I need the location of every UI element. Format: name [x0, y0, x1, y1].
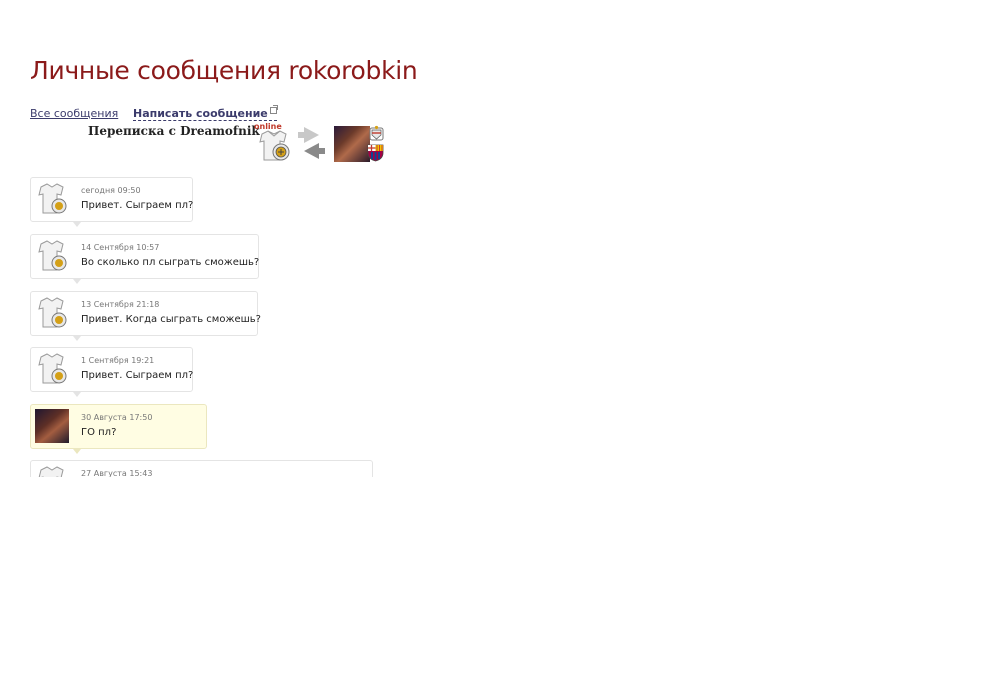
barcelona-crest-icon	[367, 144, 384, 162]
write-message-label: Написать сообщение	[133, 107, 268, 120]
club-crest-icon	[369, 125, 384, 141]
bubble-tail	[73, 392, 81, 397]
page-title: Личные сообщения rokorobkin	[30, 56, 418, 85]
real-madrid-kit-icon	[38, 353, 67, 384]
message-item[interactable]: 14 Сентября 10:57 Во сколько пл сыграть …	[30, 234, 260, 284]
message-text: Во сколько пл сыграть сможешь?	[81, 257, 260, 268]
message-time: 14 Сентября 10:57	[81, 243, 160, 252]
arrow-left-icon	[304, 143, 325, 159]
message-item[interactable]: 1 Сентября 19:21 Привет. Сыграем пл?	[30, 347, 194, 397]
real-madrid-kit-icon	[38, 466, 64, 477]
message-item-incoming[interactable]: 30 Августа 17:50 ГО пл?	[30, 404, 207, 454]
real-madrid-kit-icon	[38, 240, 67, 271]
partner-avatar	[35, 409, 69, 443]
bubble-tail	[73, 279, 81, 284]
message-text: ГО пл?	[81, 427, 117, 438]
messages-list: сегодня 09:50 Привет. Сыграем пл? 14 Сен…	[30, 177, 390, 477]
all-messages-link[interactable]: Все сообщения	[30, 107, 118, 120]
message-text: Привет. Сыграем пл?	[81, 200, 194, 211]
message-time: 30 Августа 17:50	[81, 413, 153, 422]
message-time: 1 Сентября 19:21	[81, 356, 155, 365]
real-madrid-kit-icon[interactable]	[256, 130, 290, 162]
real-madrid-kit-icon	[38, 183, 67, 214]
message-item[interactable]: 13 Сентября 21:18 Привет. Когда сыграть …	[30, 291, 261, 341]
bubble-tail	[73, 336, 81, 341]
message-item[interactable]: 27 Августа 15:43	[30, 460, 373, 477]
real-madrid-kit-icon	[38, 297, 67, 328]
message-time: сегодня 09:50	[81, 186, 141, 195]
conversation-title: Переписка с Dreamofnik	[88, 124, 260, 138]
bubble-tail	[73, 222, 81, 227]
message-item[interactable]: сегодня 09:50 Привет. Сыграем пл?	[30, 177, 194, 227]
message-text: Привет. Сыграем пл?	[81, 370, 194, 381]
message-time: 13 Сентября 21:18	[81, 300, 160, 309]
external-link-icon	[269, 105, 278, 114]
message-text: Привет. Когда сыграть сможешь?	[81, 314, 261, 325]
write-message-link[interactable]: Написать сообщение	[133, 105, 278, 121]
arrow-right-icon	[298, 127, 319, 143]
partner-avatar[interactable]	[334, 126, 370, 162]
message-time: 27 Августа 15:43	[81, 469, 153, 477]
bubble-tail	[73, 449, 81, 454]
